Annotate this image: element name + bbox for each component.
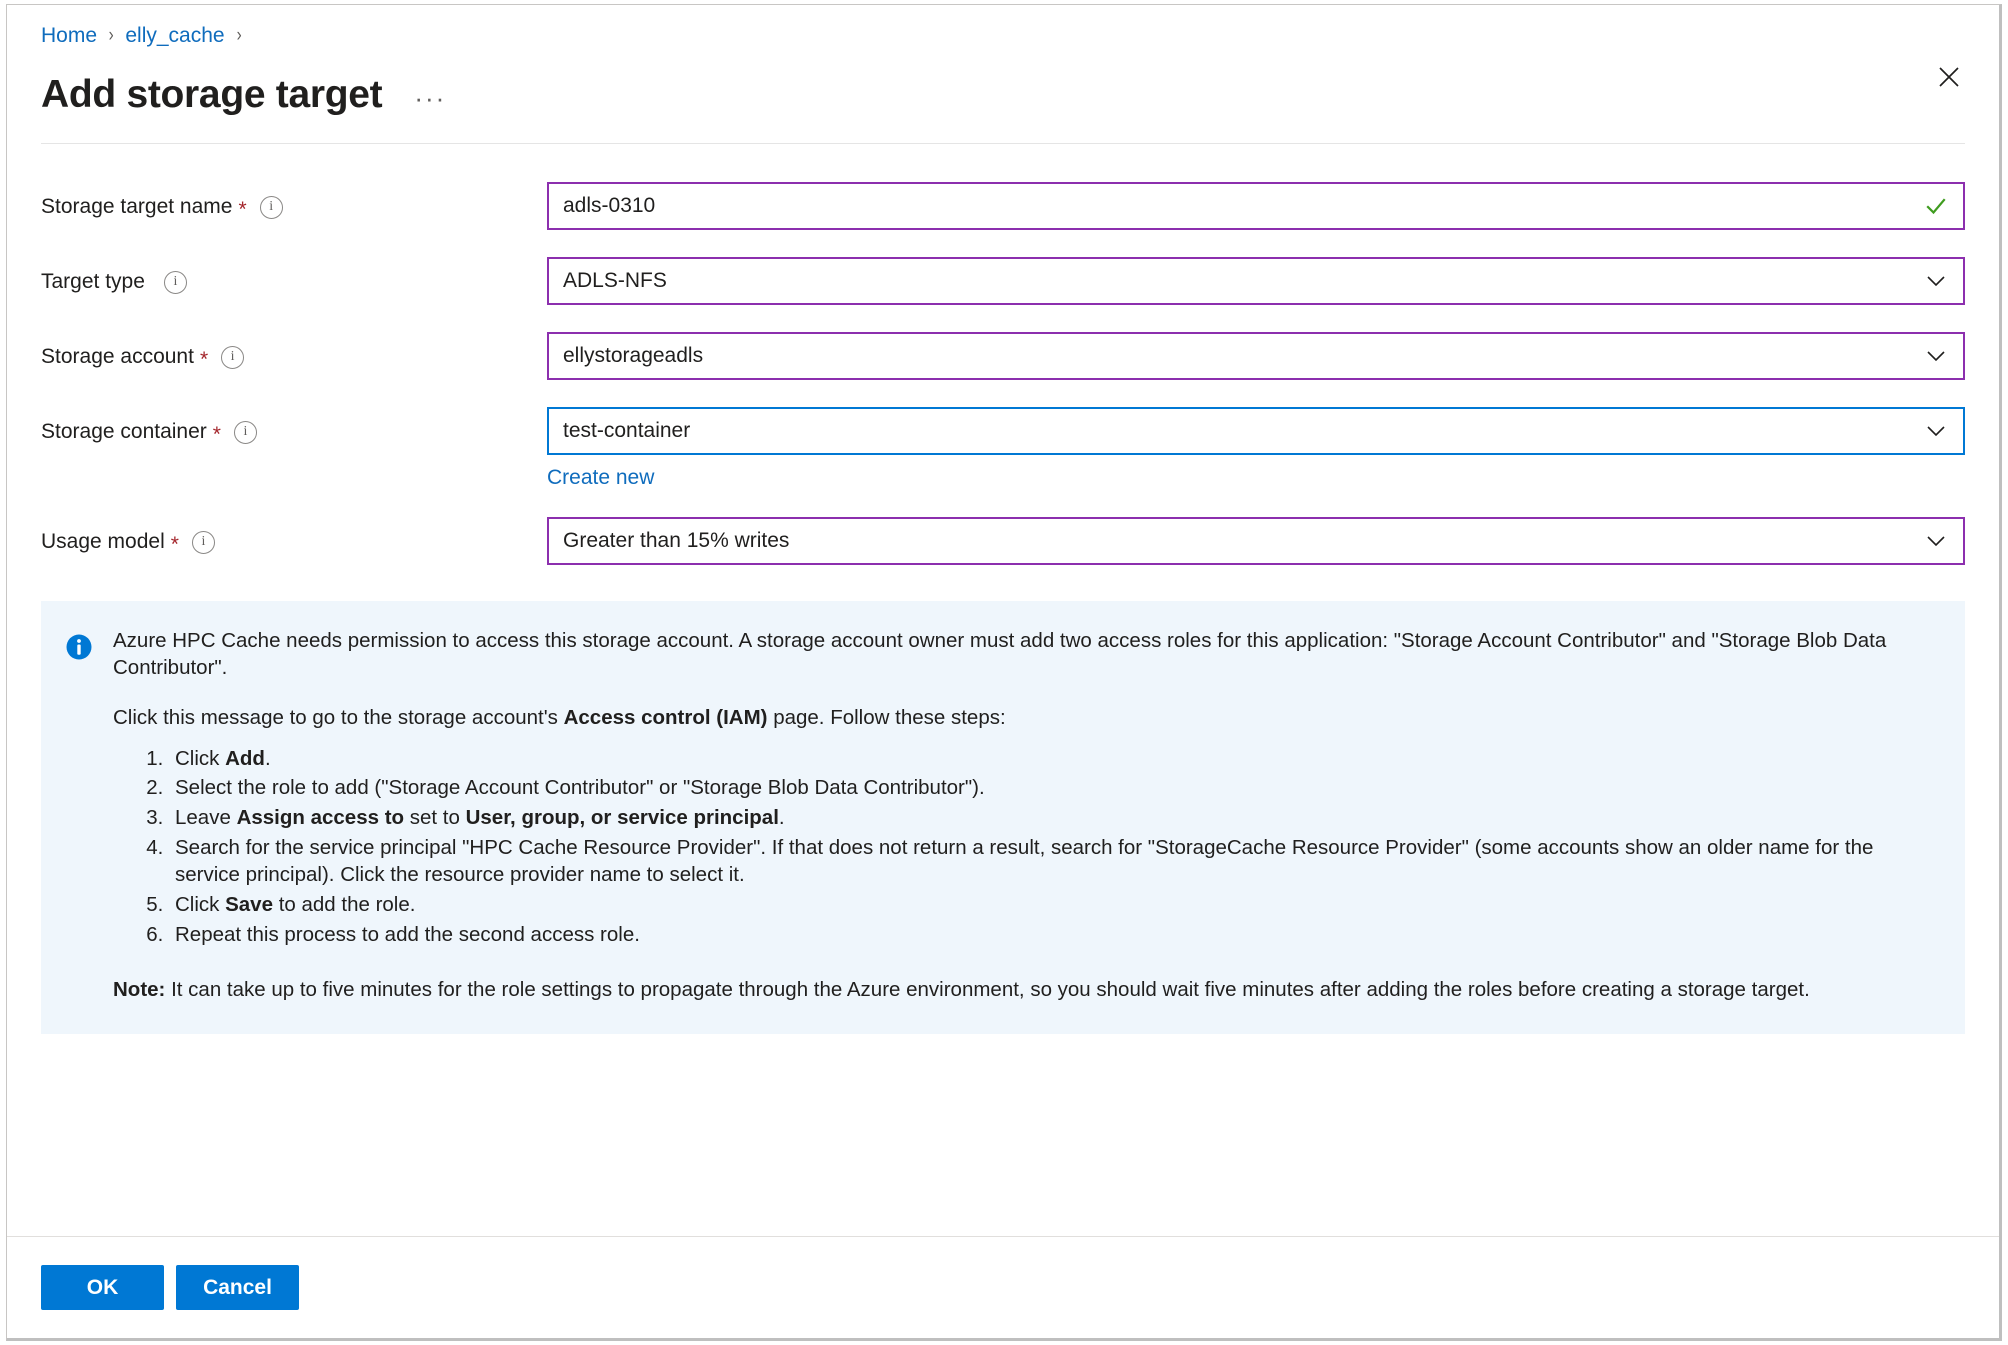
close-button[interactable] [1929,57,1969,97]
title-row: Add storage target ··· [41,67,1965,121]
step-text-after: . [778,806,785,830]
field-label: Storage target name * i [41,182,547,230]
field-target-type: Target type i ADLS-NFS [41,257,1965,305]
step-text: Click [175,893,226,917]
field-control: adls-0310 [547,182,1965,230]
header-divider [41,143,1965,144]
info-tooltip-icon[interactable]: i [221,345,245,369]
close-icon [1939,67,1959,87]
step-text: Select the role to add ("Storage Account… [175,776,985,800]
banner-p2-before: Click this message to go to the storage … [113,705,564,729]
step-bold: Assign access to [236,806,405,830]
field-label-text: Storage container [41,420,207,443]
field-label-text: Storage account [41,345,194,368]
info-tooltip-icon[interactable]: i [233,420,257,444]
banner-steps-list: Click Add. Select the role to add ("Stor… [113,745,1935,949]
step-text: Leave [175,806,237,830]
info-tooltip-icon[interactable]: i [259,195,283,219]
step-text: Repeat this process to add the second ac… [175,922,640,946]
more-options-button[interactable]: ··· [408,81,452,115]
field-label: Storage account * i [41,332,547,380]
field-storage-target-name: Storage target name * i adls-0310 [41,182,1965,230]
field-label-text: Storage target name [41,195,233,218]
field-storage-container: Storage container * i test-container Cre… [41,407,1965,490]
field-usage-model: Usage model * i Greater than 15% writes [41,517,1965,565]
step-text-after: . [264,746,271,770]
list-item: Select the role to add ("Storage Account… [169,774,1935,802]
step-text-after: to add the role. [273,893,416,917]
input-value: ellystorageadls [563,344,704,367]
required-marker: * [170,532,179,556]
permission-info-banner[interactable]: Azure HPC Cache needs permission to acce… [41,601,1965,1034]
info-icon [65,633,93,661]
banner-p2-after: page. Follow these steps: [767,705,1006,729]
breadcrumb-item-home[interactable]: Home [41,24,97,48]
page-title: Add storage target [41,72,383,116]
info-tooltip-icon[interactable]: i [191,530,215,554]
footer-button-row: OK Cancel [41,1265,1965,1310]
blade-content: Storage target name * i adls-0310 Target… [7,144,1999,1236]
field-label: Target type i [41,257,547,305]
list-item: Search for the service principal "HPC Ca… [169,834,1935,889]
field-control: ADLS-NFS [547,257,1965,305]
step-bold-2: User, group, or service principal [465,806,779,830]
breadcrumb-item-elly-cache[interactable]: elly_cache [125,24,224,48]
banner-paragraph-1: Azure HPC Cache needs permission to acce… [113,629,1887,680]
field-label: Storage container * i [41,407,547,455]
add-storage-target-blade: Home › elly_cache › Add storage target ·… [6,4,2002,1341]
list-item: Click Add. [169,745,1935,773]
note-text: It can take up to five minutes for the r… [165,978,1810,1002]
list-item: Repeat this process to add the second ac… [169,921,1935,949]
field-control: Greater than 15% writes [547,517,1965,565]
field-control: ellystorageadls [547,332,1965,380]
required-marker: * [212,422,221,446]
field-label-text: Target type [41,270,145,293]
required-marker: * [238,197,247,221]
list-item: Click Save to add the role. [169,891,1935,919]
input-value: ADLS-NFS [563,269,667,292]
input-value: Greater than 15% writes [563,529,790,552]
step-text: Click [175,746,226,770]
blade-footer: OK Cancel [7,1236,1999,1338]
usage-model-select[interactable]: Greater than 15% writes [547,517,1965,565]
chevron-down-icon[interactable] [1923,418,1949,444]
step-bold: Add [225,746,265,770]
field-label: Usage model * i [41,517,547,565]
step-text-mid: set to [404,806,466,830]
storage-target-form: Storage target name * i adls-0310 Target… [41,144,1965,565]
field-label-text: Usage model [41,530,165,553]
breadcrumb: Home › elly_cache › [41,21,1965,51]
note-label: Note: [113,978,166,1002]
input-value: test-container [563,419,691,442]
field-control: test-container Create new [547,407,1965,490]
chevron-down-icon[interactable] [1923,528,1949,554]
step-text: Search for the service principal "HPC Ca… [175,835,1874,887]
banner-paragraph-2: Click this message to go to the storage … [113,704,1935,731]
create-new-container-link[interactable]: Create new [547,466,654,490]
chevron-down-icon[interactable] [1923,343,1949,369]
banner-note: Note: It can take up to five minutes for… [113,976,1935,1003]
input-value: adls-0310 [563,194,656,217]
cancel-button[interactable]: Cancel [176,1265,299,1310]
banner-p2-bold: Access control (IAM) [563,705,768,729]
storage-container-select[interactable]: test-container [547,407,1965,455]
storage-account-select[interactable]: ellystorageadls [547,332,1965,380]
banner-body: Azure HPC Cache needs permission to acce… [113,627,1935,1004]
ok-button[interactable]: OK [41,1265,164,1310]
valid-check-icon [1923,193,1949,219]
target-type-select[interactable]: ADLS-NFS [547,257,1965,305]
field-storage-account: Storage account * i ellystorageadls [41,332,1965,380]
blade-header: Home › elly_cache › Add storage target ·… [7,5,1999,144]
storage-target-name-input[interactable]: adls-0310 [547,182,1965,230]
step-bold: Save [225,893,273,917]
list-item: Leave Assign access to set to User, grou… [169,804,1935,832]
breadcrumb-separator-icon: › [108,25,114,46]
info-tooltip-icon[interactable]: i [163,270,187,294]
required-marker: * [199,347,209,371]
chevron-down-icon[interactable] [1923,268,1949,294]
breadcrumb-separator-icon: › [236,25,242,46]
